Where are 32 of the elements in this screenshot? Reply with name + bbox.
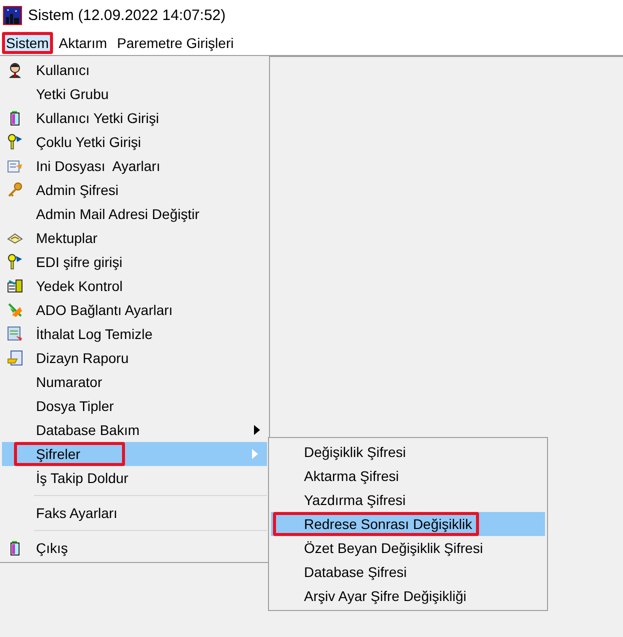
menu-item[interactable]: Admin Mail Adresi Değiştir xyxy=(0,202,269,226)
menu-item[interactable]: Çıkış xyxy=(0,536,269,560)
menu-item[interactable]: Özet Beyan Değişiklik Şifresi xyxy=(269,536,547,560)
menu-item[interactable]: Numarator xyxy=(0,370,269,394)
menu-item[interactable]: Redrese Sonrası Değişiklik xyxy=(271,512,545,536)
menu-item[interactable]: Yetki Grubu xyxy=(0,82,269,106)
menu-item[interactable]: Database Bakım xyxy=(0,418,269,442)
menu-item[interactable]: Şifreler xyxy=(2,442,267,466)
menu-item[interactable]: EDI şifre girişi xyxy=(0,250,269,274)
app-icon xyxy=(3,6,22,25)
menu-item[interactable]: İthalat Log Temizle xyxy=(0,322,269,346)
menu-item[interactable]: Aktarma Şifresi xyxy=(269,464,547,488)
menu-item[interactable]: Kullanıcı Yetki Girişi xyxy=(0,106,269,130)
menu-item[interactable]: Yazdırma Şifresi xyxy=(269,488,547,512)
menu-bar-item[interactable]: Aktarım xyxy=(54,32,112,54)
menu-item[interactable]: Yedek Kontrol xyxy=(0,274,269,298)
menu-item[interactable]: Dizayn Raporu xyxy=(0,346,269,370)
menu-item[interactable]: Arşiv Ayar Şifre Değişikliği xyxy=(269,584,547,608)
menu-item[interactable]: Admin Şifresi xyxy=(0,178,269,202)
menu-item[interactable]: Dosya Tipler xyxy=(0,394,269,418)
menu-bar-item[interactable]: Paremetre Girişleri xyxy=(113,32,238,54)
menu-item[interactable]: Ini Dosyası Ayarları xyxy=(0,154,269,178)
menu-item[interactable]: Mektuplar xyxy=(0,226,269,250)
menu-item[interactable]: Kullanıcı xyxy=(0,58,269,82)
menu-bar-item[interactable]: Sistem xyxy=(2,32,53,54)
window-title: Sistem (12.09.2022 14:07:52) xyxy=(28,7,226,24)
menu-item[interactable]: Database Şifresi xyxy=(269,560,547,584)
menu-item[interactable]: ADO Bağlantı Ayarları xyxy=(0,298,269,322)
menu-item[interactable]: Çoklu Yetki Girişi xyxy=(0,130,269,154)
menu-item[interactable]: Değişiklik Şifresi xyxy=(269,440,547,464)
menu-item[interactable]: Faks Ayarları xyxy=(0,501,269,525)
menu-item[interactable]: İş Takip Doldur xyxy=(0,466,269,490)
